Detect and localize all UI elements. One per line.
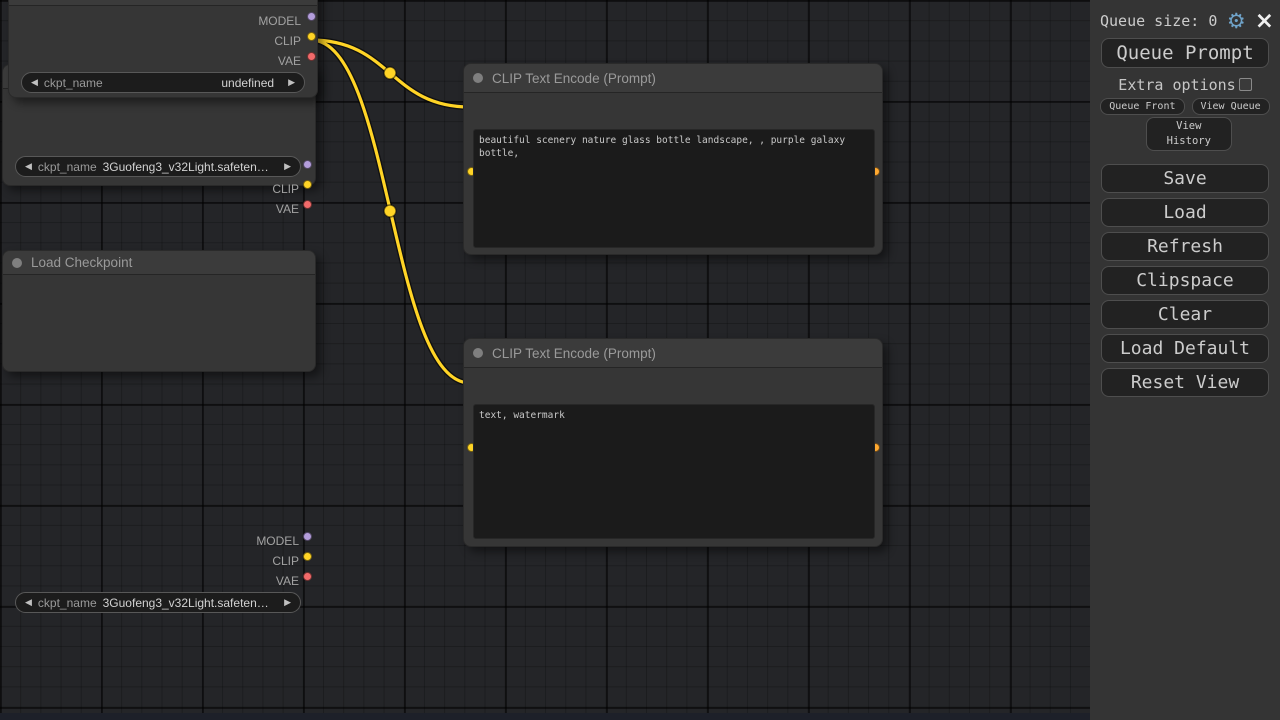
node-clip-text-encode-negative[interactable]: CLIP Text Encode (Prompt) clip CONDITION… [463,338,883,547]
settings-gear-icon[interactable]: ⚙ [1227,10,1246,32]
output-label-vae: VAE [275,202,299,216]
close-icon[interactable]: × [1255,10,1274,33]
canvas-bottom-edge [0,713,1090,720]
collapse-dot-icon[interactable] [473,73,483,83]
extra-options-label: Extra options [1118,75,1236,94]
view-history-line2: History [1166,135,1211,147]
node-title-bar[interactable]: Load Checkpoint [3,251,315,275]
view-queue-button[interactable]: View Queue [1191,98,1270,115]
queue-front-button[interactable]: Queue Front [1100,98,1185,115]
comfy-menu-panel: Queue size: 0 ⚙ × Queue Prompt Extra opt… [1090,0,1280,720]
output-label-model: MODEL [256,534,299,548]
vae-output-port[interactable] [303,200,312,209]
comfyui-app: MODEL CLIP VAE ◀ ckpt_name 3Guofeng3_v32… [0,0,1280,720]
output-label-vae: VAE [275,574,299,588]
clip-output-port[interactable] [303,552,312,561]
collapse-dot-icon[interactable] [12,257,22,268]
node-load-checkpoint[interactable]: Load Checkpoint MODEL CLIP VAE ◀ ckpt_na… [2,250,316,613]
ckpt-name-widget[interactable]: ◀ ckpt_name 3Guofeng3_v32Light.safeten… … [15,156,301,177]
vae-output-port[interactable] [307,52,316,61]
widget-label: ckpt_name [37,595,97,610]
reset-view-button[interactable]: Reset View [1101,368,1269,397]
ckpt-name-widget[interactable]: ◀ ckpt_name 3Guofeng3_v32Light.safeten… … [15,592,301,613]
widget-arrow-right-icon[interactable]: ▶ [284,597,291,608]
widget-value: undefined [221,75,275,90]
view-history-button[interactable]: View History [1145,117,1232,151]
widget-arrow-left-icon[interactable]: ◀ [25,597,32,608]
widget-arrow-right-icon[interactable]: ▶ [284,161,291,172]
extra-options-checkbox[interactable] [1238,78,1252,91]
model-output-port[interactable] [303,160,312,169]
widget-label: ckpt_name [43,75,103,90]
widget-arrow-right-icon[interactable]: ▶ [288,77,295,88]
node-title: Load Checkpoint [31,255,133,270]
clipspace-button[interactable]: Clipspace [1101,266,1269,295]
save-button[interactable]: Save [1101,164,1269,193]
clip-output-port[interactable] [307,32,316,41]
widget-arrow-left-icon[interactable]: ◀ [25,161,32,172]
extra-options-row: Extra options [1090,75,1280,94]
queue-size-row: Queue size: 0 ⚙ × [1100,8,1274,34]
node-title: CLIP Text Encode (Prompt) [492,70,656,86]
refresh-button[interactable]: Refresh [1101,232,1269,261]
node-title-bar[interactable]: CLIP Text Encode (Prompt) [464,339,882,368]
node-title-bar[interactable]: CLIP Text Encode (Prompt) [464,64,882,93]
clear-button[interactable]: Clear [1101,300,1269,329]
load-default-button[interactable]: Load Default [1101,334,1269,363]
widget-arrow-left-icon[interactable]: ◀ [31,77,38,88]
queue-size-label: Queue size: 0 [1100,12,1218,30]
output-label-vae: VAE [277,54,301,68]
positive-prompt-textarea[interactable] [473,129,875,248]
load-button[interactable]: Load [1101,198,1269,227]
clip-output-port[interactable] [303,180,312,189]
widget-label: ckpt_name [37,159,97,174]
model-output-port[interactable] [303,532,312,541]
node-checkpoint-top[interactable]: MODEL CLIP VAE ◀ ckpt_name undefined ▶ [8,0,318,98]
negative-prompt-textarea[interactable] [473,404,875,539]
output-label-clip: CLIP [272,182,299,196]
view-history-line1: View [1176,119,1202,132]
output-label-model: MODEL [258,14,301,28]
node-title-bar[interactable] [9,0,317,6]
node-title: CLIP Text Encode (Prompt) [492,345,656,361]
ckpt-name-widget[interactable]: ◀ ckpt_name undefined ▶ [21,72,305,93]
model-output-port[interactable] [307,12,316,21]
vae-output-port[interactable] [303,572,312,581]
output-label-clip: CLIP [272,554,299,568]
collapse-dot-icon[interactable] [473,348,483,358]
node-clip-text-encode-positive[interactable]: CLIP Text Encode (Prompt) clip CONDITION… [463,63,883,255]
widget-value: 3Guofeng3_v32Light.safeten… [102,159,269,174]
widget-value: 3Guofeng3_v32Light.safeten… [102,595,269,610]
queue-actions-row: Queue Front View Queue [1090,98,1280,115]
output-label-clip: CLIP [274,34,301,48]
queue-prompt-button[interactable]: Queue Prompt [1101,38,1269,68]
